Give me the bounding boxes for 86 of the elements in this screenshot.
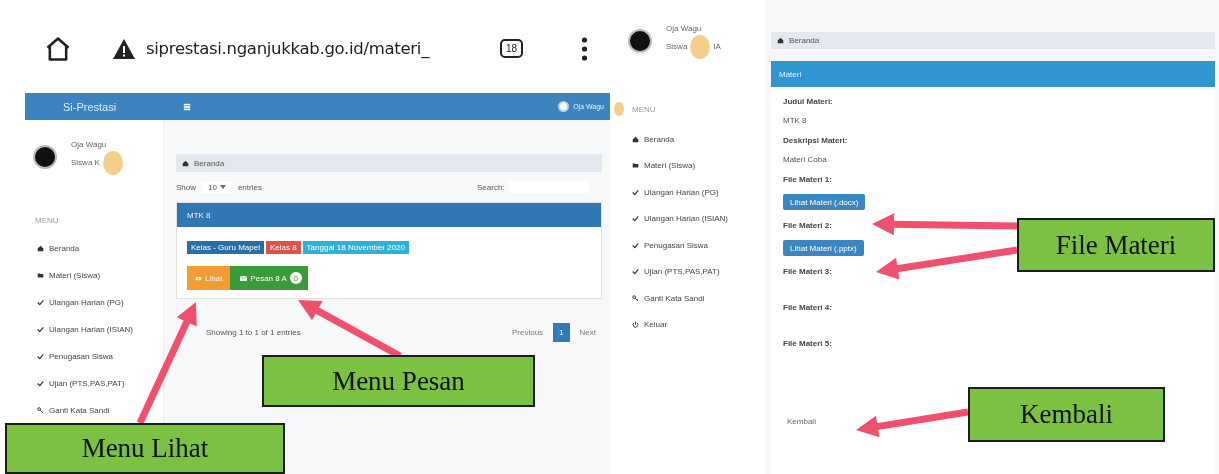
profile-role: Siswa [666, 42, 688, 51]
check-icon [632, 268, 639, 276]
panel-title: Materi [779, 69, 802, 79]
breadcrumb-link[interactable]: Beranda [194, 158, 225, 168]
entries-info: Showing 1 to 1 of 1 entries [206, 328, 301, 337]
sidebar-item[interactable]: Ulangan Harian (ISIAN) [25, 316, 163, 343]
sidebar-item[interactable]: Penugasan Siswa [25, 343, 163, 370]
warning-icon [112, 37, 136, 60]
tag-label: Tanggal 18 November 2020 [302, 241, 409, 254]
folder-icon [37, 272, 44, 279]
sidebar-item[interactable]: Keluar [610, 311, 765, 338]
profile-avatar [33, 145, 57, 169]
field-value: MTK 8 [783, 116, 807, 125]
callout-label: Menu Pesan [262, 355, 535, 407]
callout-label: File Materi [1017, 218, 1215, 272]
sidebar-item[interactable]: Ulangan Harian (PG) [25, 289, 163, 316]
view-file-button[interactable]: Lihat Materi (.docx) [783, 194, 866, 210]
callout-label: Menu Lihat [5, 423, 285, 474]
caret-icon [219, 185, 226, 189]
show-label: Show [176, 182, 196, 192]
sidebar-item[interactable]: Materi (Siswa) [25, 262, 163, 289]
field-label: File Materi 1: [783, 175, 832, 184]
sidebar-item[interactable]: Ulangan Harian (PG) [610, 179, 765, 206]
profile-role: Siswa K [71, 158, 100, 167]
card-title: MTK 8 [187, 210, 211, 220]
profile-avatar [628, 29, 652, 53]
home-icon [777, 37, 784, 44]
url-text[interactable]: siprestasi.nganjukkab.go.id/materi_ [146, 39, 430, 58]
field-label: File Materi 4: [783, 303, 832, 312]
menu-heading: MENU [632, 104, 656, 114]
sidebar-item[interactable]: Penugasan Siswa [610, 232, 765, 259]
check-icon [37, 380, 44, 387]
check-icon [632, 188, 639, 196]
profile-avatar [102, 150, 123, 175]
envelope-icon [240, 275, 248, 281]
check-icon [37, 353, 44, 360]
page-link[interactable]: Previous [505, 323, 550, 342]
field-label: Deskripsi Materi: [783, 136, 848, 145]
profile-name: Oja Wagu [666, 23, 703, 33]
sidebar-item[interactable]: Ganti Kata Sandi [25, 397, 163, 424]
page-link[interactable]: 1 [553, 323, 570, 342]
sidebar-item[interactable]: Ganti Kata Sandi [610, 285, 765, 312]
menu-icon[interactable] [581, 36, 589, 61]
view-file-button[interactable]: Lihat Materi (.pptx) [783, 240, 864, 256]
sidebar-item[interactable]: Ujian (PTS,PAS,PAT) [25, 370, 163, 397]
sidebar-item[interactable]: Materi (Siswa) [610, 152, 765, 179]
profile-avatar [614, 102, 624, 116]
breadcrumb-link[interactable]: Beranda [789, 36, 820, 45]
page-link[interactable]: Next [573, 323, 602, 342]
back-link[interactable]: Kembali [783, 415, 820, 428]
field-value: Materi Coba [783, 155, 827, 164]
count-badge: 0 [289, 272, 302, 284]
eye-icon [195, 275, 202, 281]
tag-label: Kelas 8 [265, 241, 301, 254]
message-button[interactable]: Pesan 8 A 0 [230, 266, 308, 290]
field-label: Judul Materi: [783, 97, 833, 106]
sidebar-item[interactable]: Beranda [25, 235, 163, 262]
power-icon [632, 321, 639, 329]
entries-select[interactable]: 10 [202, 181, 232, 193]
check-icon [632, 241, 639, 249]
check-icon [37, 326, 44, 333]
sidebar-item[interactable]: Beranda [610, 126, 765, 153]
folder-icon [632, 162, 639, 170]
check-icon [37, 299, 44, 306]
sidebar-item[interactable]: Ujian (PTS,PAS,PAT) [610, 258, 765, 285]
callout-label: Kembali [968, 387, 1165, 442]
home-icon [37, 245, 44, 252]
field-label: File Materi 3: [783, 267, 832, 276]
entries-label: entries [237, 182, 262, 192]
sidebar-item[interactable]: Ulangan Harian (ISIAN) [610, 205, 765, 232]
key-icon [632, 294, 639, 302]
home-icon[interactable] [44, 34, 72, 63]
field-label: File Materi 2: [783, 221, 832, 230]
tab-count-button[interactable]: 18 [500, 39, 524, 58]
field-label: File Materi 5: [783, 339, 832, 348]
key-icon [37, 407, 44, 414]
profile-name: Oja Wagu [71, 139, 108, 149]
home-icon [182, 159, 189, 167]
search-label: Search: [477, 182, 505, 192]
profile-class: IA [713, 42, 721, 51]
check-icon [632, 215, 639, 223]
user-avatar[interactable] [558, 101, 570, 112]
menu-heading: MENU [34, 215, 60, 227]
profile-avatar [690, 34, 711, 59]
home-icon [632, 135, 639, 143]
tag-label: Kelas - Guru Mapel [187, 241, 264, 254]
